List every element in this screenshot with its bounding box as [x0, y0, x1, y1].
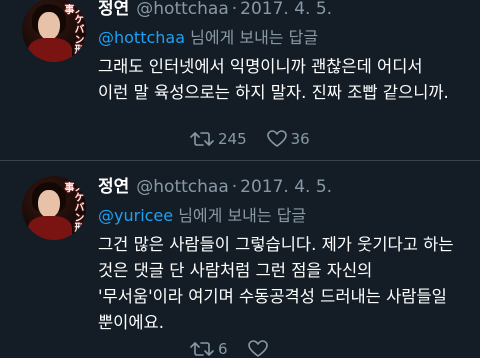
- like-button[interactable]: 36: [266, 130, 310, 148]
- avatar-logo-text: スケバン刑事: [62, 4, 83, 54]
- reply-context-text: 님에게 보내는 답글: [185, 28, 319, 47]
- reply-context: @hottchaa 님에게 보내는 답글: [98, 24, 470, 50]
- tweet-header: 정연 @hottchaa · 2017. 4. 5.: [98, 0, 470, 22]
- heart-icon: [266, 130, 287, 147]
- retweet-button[interactable]: 6: [190, 340, 228, 358]
- reply-mention-link[interactable]: @hottchaa: [98, 28, 185, 47]
- header-separator: ·: [231, 0, 238, 19]
- retweet-icon: [190, 132, 214, 146]
- avatar-face: [38, 12, 60, 40]
- tweet-date[interactable]: 2017. 4. 5.: [240, 177, 332, 197]
- avatar[interactable]: スケバン刑事: [22, 0, 86, 62]
- like-button[interactable]: [247, 340, 272, 358]
- avatar-face: [38, 190, 60, 218]
- tweet-content: 정연 @hottchaa · 2017. 4. 5. @hottchaa 님에게…: [98, 0, 470, 106]
- tweet-header: 정연 @hottchaa · 2017. 4. 5.: [98, 172, 470, 200]
- retweet-count: 245: [218, 130, 247, 148]
- tweet-divider: [0, 160, 480, 161]
- tweet-date[interactable]: 2017. 4. 5.: [240, 0, 332, 19]
- retweet-icon: [190, 342, 214, 356]
- reply-context: @yuricee 님에게 보내는 답글: [98, 202, 470, 228]
- header-separator: ·: [231, 177, 238, 197]
- user-handle[interactable]: @hottchaa: [136, 0, 228, 19]
- tweet-text: 그건 많은 사람들이 그렇습니다. 제가 웃기다고 하는 것은 댓글 단 사람처…: [98, 235, 454, 332]
- retweet-count: 6: [218, 340, 228, 358]
- reply-mention-link[interactable]: @yuricee: [98, 206, 173, 225]
- like-count: 36: [290, 130, 310, 148]
- tweet-text: 그래도 인터넷에서 익명이니까 괜찮은데 어디서 이런 말 육성으로는 하지 말…: [98, 57, 449, 102]
- avatar[interactable]: スケバン刑事: [22, 176, 86, 240]
- reply-context-text: 님에게 보내는 답글: [173, 206, 307, 225]
- retweet-button[interactable]: 245: [190, 130, 247, 148]
- display-name[interactable]: 정연: [98, 0, 129, 19]
- user-handle[interactable]: @hottchaa: [136, 177, 228, 197]
- avatar-logo-text: スケバン刑事: [62, 182, 83, 232]
- tweet-content: 정연 @hottchaa · 2017. 4. 5. @yuricee 님에게 …: [98, 172, 470, 336]
- tweet-actions: 245 36: [190, 130, 330, 148]
- display-name[interactable]: 정연: [98, 172, 129, 197]
- heart-icon: [247, 340, 268, 357]
- tweet-actions: 6: [190, 340, 292, 358]
